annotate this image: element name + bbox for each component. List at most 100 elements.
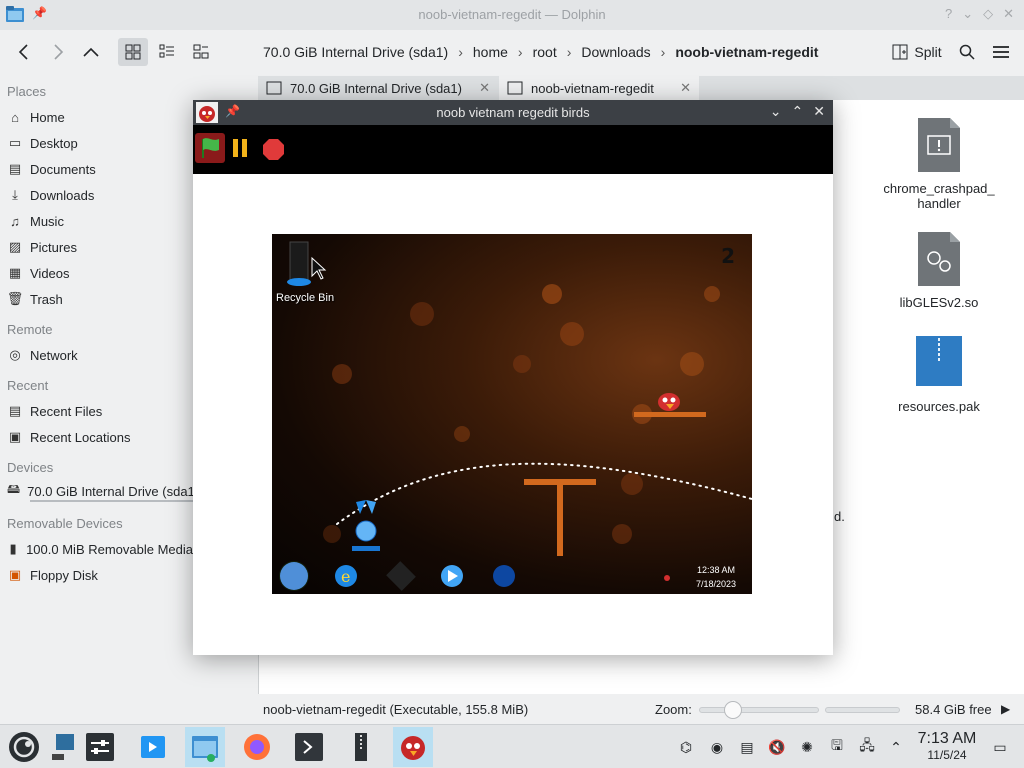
firefox-icon — [244, 734, 270, 760]
stop-button[interactable] — [263, 139, 284, 160]
blue-bird-launcher — [352, 500, 380, 551]
file-item[interactable]: resources.pak — [874, 336, 1004, 414]
application-launcher-button[interactable] — [4, 727, 44, 767]
sidebar-item-documents[interactable]: ▤ Documents — [0, 156, 193, 182]
desktop-pager-icon — [52, 734, 74, 760]
game-stage[interactable]: e 2 Recycle Bin 12:38 AM 7/18/2023 — [272, 234, 752, 594]
download-icon: ⤓ — [12, 187, 18, 202]
breadcrumb-home[interactable]: home — [469, 44, 512, 60]
shared-library-icon — [918, 232, 960, 286]
breadcrumb-downloads[interactable]: Downloads — [577, 44, 654, 60]
zoom-slider[interactable] — [699, 701, 819, 719]
breadcrumb-root[interactable]: root — [529, 44, 561, 60]
speaker-muted-icon: 🔇 — [768, 738, 786, 755]
sidebar-item-trash[interactable]: 🗑 Trash — [0, 286, 193, 312]
free-space-bar — [825, 707, 900, 713]
split-icon — [892, 44, 908, 60]
pause-button[interactable] — [231, 139, 249, 157]
breadcrumb-separator-icon: › — [458, 44, 463, 60]
tab-close-icon[interactable]: ✕ — [680, 80, 691, 96]
breadcrumb-current[interactable]: noob-vietnam-regedit — [671, 44, 822, 60]
maximize-button[interactable]: ◇ — [983, 6, 993, 22]
game-maximize-button[interactable]: ⌃ — [792, 103, 804, 120]
sidebar-item-videos[interactable]: ▦ Videos — [0, 260, 193, 286]
network-icon: ◎ — [9, 347, 21, 362]
task-dolphin[interactable] — [185, 727, 225, 767]
tray-privacy[interactable]: ◉ — [707, 737, 727, 757]
trash-icon: 🗑 — [6, 291, 24, 306]
chevron-left-icon — [18, 44, 28, 60]
task-archive[interactable] — [341, 727, 381, 767]
tray-kde-connect[interactable]: ⌬ — [676, 737, 696, 757]
details-view-button[interactable] — [153, 38, 181, 66]
up-button[interactable] — [77, 38, 105, 66]
game-minimize-button[interactable]: ⌄ — [770, 103, 782, 120]
icons-view-button[interactable] — [118, 38, 148, 66]
task-terminal[interactable] — [289, 727, 329, 767]
sidebar-item-floppy[interactable]: ▣ Floppy Disk — [0, 562, 193, 588]
file-item[interactable]: libGLESv2.so — [874, 232, 1004, 310]
sidebar-item-removable-media[interactable]: ▮ 100.0 MiB Removable Media — [0, 536, 193, 562]
places-section-title: Places — [7, 84, 47, 99]
executable-file-icon — [918, 118, 960, 172]
task-noob-vietnam-regedit[interactable] — [393, 727, 433, 767]
tray-expand[interactable]: ⌃ — [886, 737, 906, 757]
tray-volume[interactable]: 🔇 — [767, 737, 787, 757]
chevron-right-icon — [54, 44, 64, 60]
tray-brightness[interactable]: ✺ — [797, 737, 817, 757]
game-window: 📌 noob vietnam regedit birds ⌄ ⌃ ✕ e 2 R… — [193, 100, 833, 655]
breadcrumb-separator-icon: › — [517, 44, 523, 60]
help-button[interactable]: ? — [945, 6, 952, 22]
folder-app-icon — [192, 736, 218, 762]
tree-view-button[interactable] — [187, 38, 215, 66]
back-button[interactable] — [10, 38, 38, 66]
breadcrumb-drive[interactable]: 70.0 GiB Internal Drive (sda1) — [259, 44, 452, 60]
search-button[interactable] — [955, 38, 979, 66]
sidebar-item-pictures[interactable]: ▨ Pictures — [0, 234, 193, 260]
tab-noob-vietnam-regedit[interactable]: noob-vietnam-regedit ✕ — [499, 76, 699, 100]
zoom-slider-handle[interactable] — [724, 701, 742, 719]
hamburger-menu-button[interactable] — [988, 38, 1014, 66]
sidebar-item-home[interactable]: ⌂ Home — [0, 104, 193, 130]
game-close-button[interactable]: ✕ — [813, 103, 825, 120]
sidebar-item-network[interactable]: ◎ Network — [0, 342, 193, 368]
split-button[interactable]: Split — [889, 38, 945, 66]
file-item[interactable]: chrome_crashpad_ handler — [874, 118, 1004, 211]
tab-internal-drive[interactable]: 70.0 GiB Internal Drive (sda1) ✕ — [258, 76, 498, 100]
tab-close-icon[interactable]: ✕ — [479, 80, 490, 96]
angry-bird-app-icon — [401, 736, 425, 760]
minimize-button[interactable]: ⌄ — [962, 6, 973, 22]
free-space-menu-icon[interactable]: ▶ — [1001, 702, 1010, 716]
sidebar-item-recent-files[interactable]: ▤ Recent Files — [0, 398, 193, 424]
task-firefox[interactable] — [237, 727, 277, 767]
tray-disks[interactable]: 🖫 — [827, 737, 847, 757]
devices-section-title: Devices — [7, 460, 54, 475]
eye-icon: ◉ — [710, 738, 724, 755]
close-button[interactable]: ✕ — [1003, 6, 1014, 22]
peek-desktop-button[interactable]: ▭ — [990, 737, 1010, 757]
list-icon — [159, 44, 174, 58]
clipboard-icon: ▤ — [740, 738, 754, 755]
show-desktop-button[interactable] — [44, 727, 84, 767]
window-title: noob-vietnam-regedit — Dolphin — [418, 7, 606, 22]
sidebar-item-downloads[interactable]: ⤓ Downloads — [0, 182, 193, 208]
tray-network[interactable]: 🖧 — [857, 737, 877, 757]
mouse-cursor-icon — [311, 256, 327, 280]
sidebar-item-music[interactable]: ♫ Music — [0, 208, 193, 234]
grid-icon — [125, 44, 141, 60]
zip-archive-icon — [355, 733, 367, 761]
sidebar-item-recent-locations[interactable]: ▣ Recent Locations — [0, 424, 193, 450]
digital-clock[interactable]: 7:13 AM 11/5/24 — [915, 730, 979, 762]
forward-button[interactable] — [44, 38, 72, 66]
kde-connect-icon: ⌬ — [679, 738, 693, 755]
green-flag-icon — [202, 138, 219, 158]
task-discover[interactable] — [133, 727, 173, 767]
folder-icon — [507, 81, 523, 95]
green-flag-button[interactable] — [195, 133, 225, 163]
red-bird-target — [658, 393, 680, 411]
game-window-title: noob vietnam regedit birds — [436, 105, 590, 120]
recent-section-title: Recent — [7, 378, 49, 393]
task-system-settings[interactable] — [80, 727, 120, 767]
tray-clipboard[interactable]: ▤ — [737, 737, 757, 757]
sidebar-item-desktop[interactable]: ▭ Desktop — [0, 130, 193, 156]
